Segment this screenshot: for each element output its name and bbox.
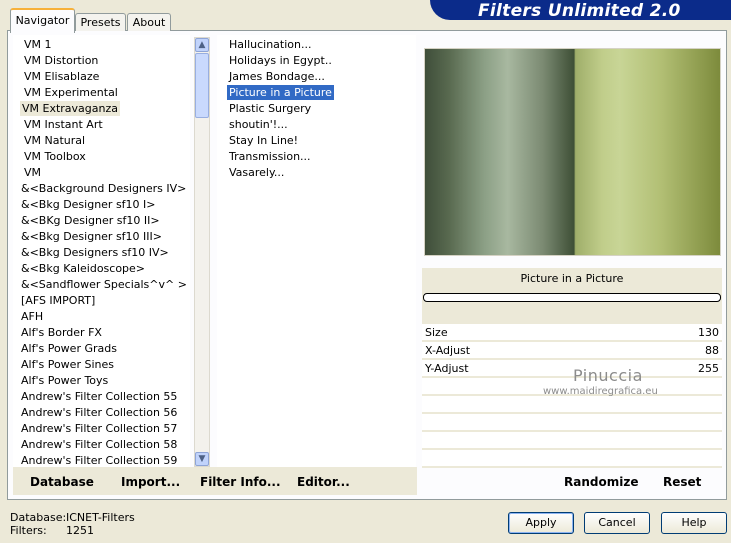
filter-title: Picture in a Picture <box>520 272 624 285</box>
status-filters-label: Filters: <box>10 524 47 537</box>
category-item[interactable]: VM Experimental <box>22 85 120 100</box>
control-row-empty <box>422 450 722 467</box>
cancel-button[interactable]: Cancel <box>584 512 650 534</box>
filter-item[interactable]: Transmission... <box>227 149 313 164</box>
category-item[interactable]: &<BKg Designer sf10 II> <box>19 213 162 228</box>
category-item[interactable]: Andrew's Filter Collection 56 <box>19 405 179 420</box>
category-item[interactable]: [AFS IMPORT] <box>19 293 97 308</box>
category-item[interactable]: AFH <box>19 309 45 324</box>
status-database-value: ICNET-Filters <box>66 511 135 524</box>
category-item[interactable]: Andrew's Filter Collection 57 <box>19 421 179 436</box>
tab-presets[interactable]: Presets <box>75 13 126 31</box>
category-item[interactable]: Alf's Border FX <box>19 325 104 340</box>
scroll-down-icon[interactable]: ▼ <box>195 452 209 466</box>
filter-item[interactable]: Hallucination... <box>227 37 313 52</box>
category-item-selected[interactable]: VM Extravaganza <box>20 101 121 116</box>
category-item[interactable]: Alf's Power Toys <box>19 373 110 388</box>
control-value-size[interactable]: 130 <box>620 324 719 341</box>
filter-item[interactable]: Vasarely... <box>227 165 286 180</box>
reset-button[interactable]: Reset <box>663 474 701 490</box>
randomize-button[interactable]: Randomize <box>564 474 638 490</box>
preview-image <box>424 48 721 256</box>
category-item[interactable]: VM <box>22 165 43 180</box>
category-item[interactable]: VM Toolbox <box>22 149 88 164</box>
control-row-empty <box>422 396 722 413</box>
category-item[interactable]: Andrew's Filter Collection 55 <box>19 389 179 404</box>
filter-item[interactable]: Plastic Surgery <box>227 101 313 116</box>
control-label-size: Size <box>425 326 448 339</box>
category-item[interactable]: &<Bkg Designer sf10 III> <box>19 229 164 244</box>
category-list[interactable]: VM 1 VM Distortion VM Elisablaze VM Expe… <box>13 35 190 467</box>
category-item[interactable]: &<Bkg Designer sf10 I> <box>19 197 158 212</box>
category-item[interactable]: Andrew's Filter Collection 59 <box>19 453 179 467</box>
category-item[interactable]: &<Background Designers IV> <box>19 181 188 196</box>
scroll-thumb[interactable] <box>195 53 209 118</box>
import-button[interactable]: Import... <box>121 474 180 490</box>
filter-item[interactable]: shoutin'!... <box>227 117 290 132</box>
category-item[interactable]: &<Sandflower Specials^v^ > <box>19 277 189 292</box>
category-item[interactable]: VM Instant Art <box>22 117 105 132</box>
category-item[interactable]: VM Natural <box>22 133 87 148</box>
apply-button[interactable]: Apply <box>508 512 574 534</box>
category-item[interactable]: Andrew's Filter Collection 58 <box>19 437 179 452</box>
tab-about[interactable]: About <box>127 13 171 31</box>
filter-item-selected[interactable]: Picture in a Picture <box>227 85 334 100</box>
progress-bar <box>423 293 721 302</box>
tab-navigator[interactable]: Navigator <box>10 8 75 33</box>
status-filters-value: 1251 <box>66 524 94 537</box>
category-item[interactable]: &<Bkg Kaleidoscope> <box>19 261 147 276</box>
filter-item[interactable]: Holidays in Egypt.. <box>227 53 334 68</box>
control-row-empty <box>422 414 722 431</box>
filter-info-button[interactable]: Filter Info... <box>200 474 281 490</box>
filter-item[interactable]: Stay In Line! <box>227 133 300 148</box>
control-label-x-adjust: X-Adjust <box>425 344 471 357</box>
watermark-url: www.maidiregrafica.eu <box>543 386 658 397</box>
control-label-y-adjust: Y-Adjust <box>425 362 469 375</box>
control-row-empty <box>422 432 722 449</box>
category-item[interactable]: &<Bkg Designers sf10 IV> <box>19 245 171 260</box>
category-item[interactable]: VM Distortion <box>22 53 100 68</box>
category-item[interactable]: Alf's Power Grads <box>19 341 119 356</box>
filter-item[interactable]: James Bondage... <box>227 69 327 84</box>
scroll-up-icon[interactable]: ▲ <box>195 38 209 52</box>
app-title: Filters Unlimited 2.0 <box>478 1 681 21</box>
watermark-name: Pinuccia <box>573 366 643 385</box>
database-button[interactable]: Database <box>30 474 94 490</box>
category-scrollbar[interactable]: ▲ ▼ <box>194 37 210 467</box>
category-item[interactable]: VM 1 <box>22 37 54 52</box>
filter-list[interactable]: Hallucination... Holidays in Egypt.. Jam… <box>217 35 416 467</box>
help-button[interactable]: Help <box>661 512 727 534</box>
category-item[interactable]: Alf's Power Sines <box>19 357 116 372</box>
editor-button[interactable]: Editor... <box>297 474 350 490</box>
status-database-label: Database: <box>10 511 67 524</box>
control-value-x-adjust[interactable]: 88 <box>620 342 719 359</box>
category-item[interactable]: VM Elisablaze <box>22 69 101 84</box>
